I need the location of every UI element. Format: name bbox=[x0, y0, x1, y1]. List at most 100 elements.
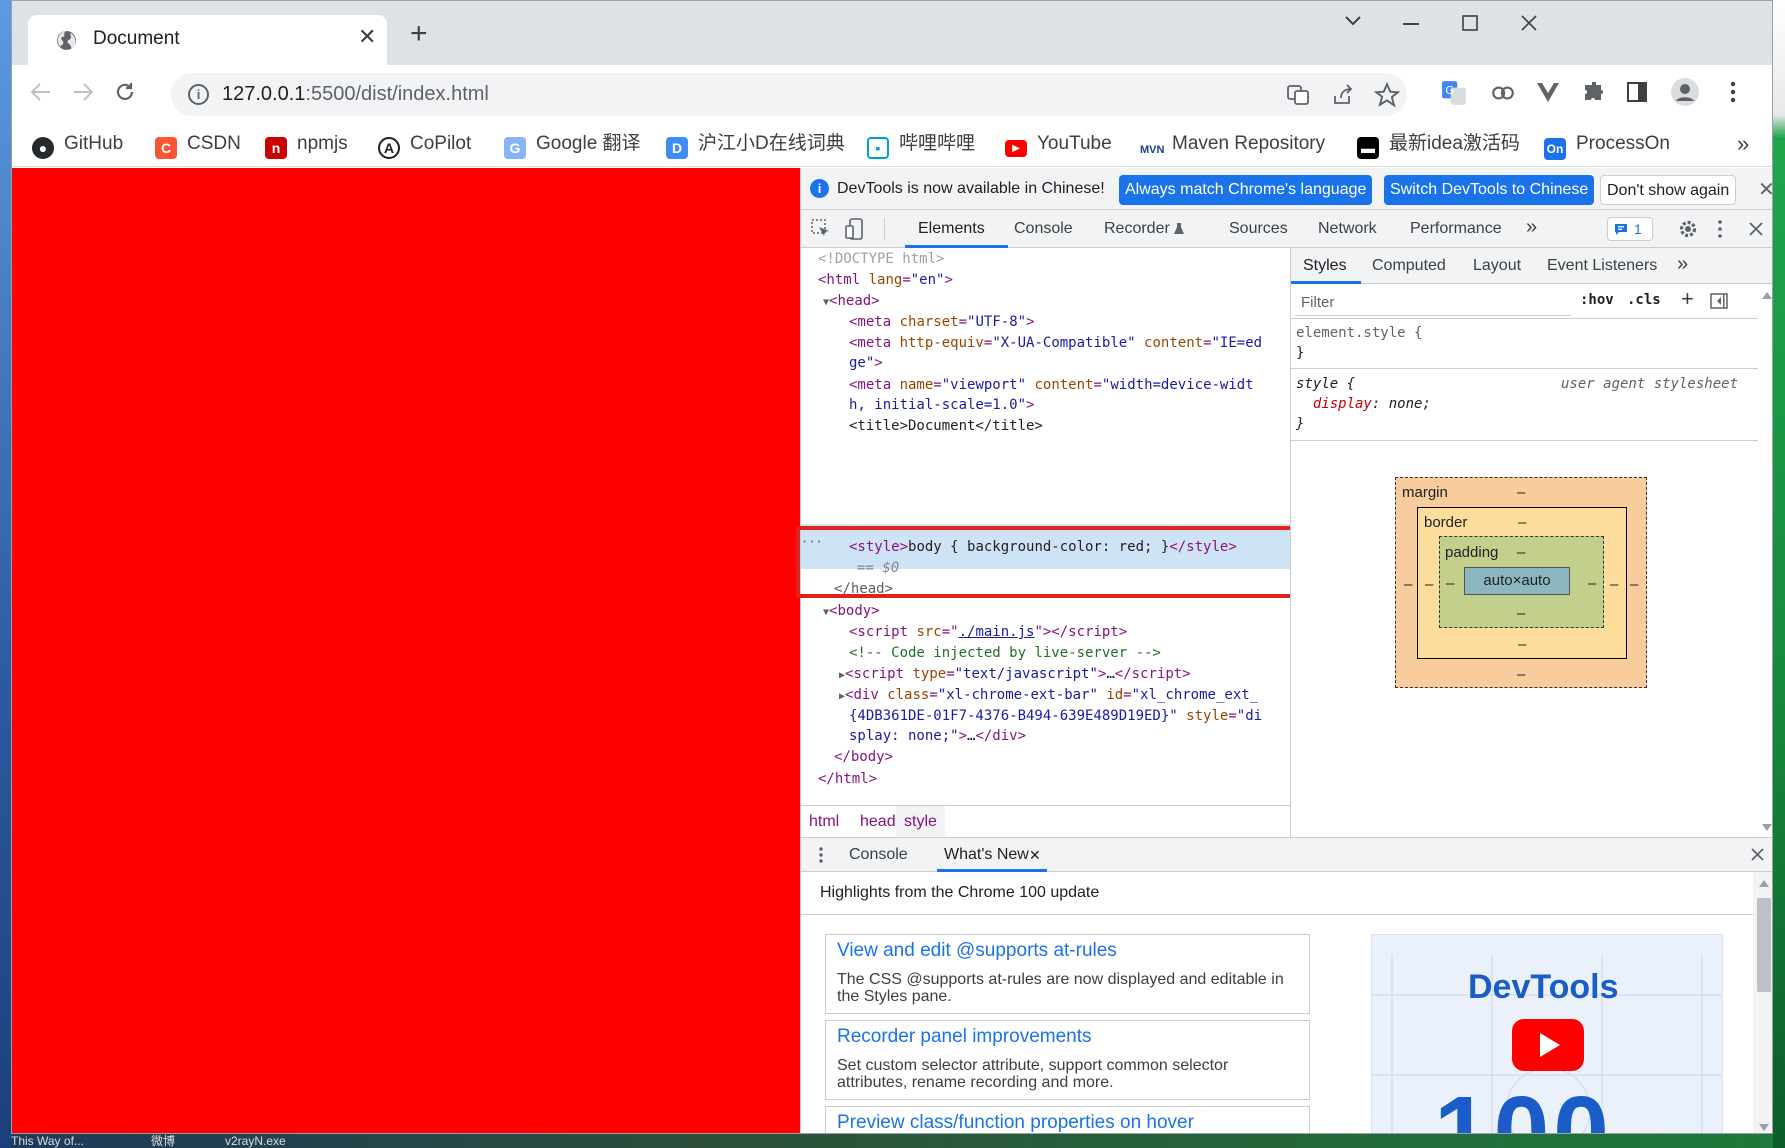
dom-title[interactable]: <title>Document</title> bbox=[849, 415, 1043, 437]
tab-elements[interactable]: Elements bbox=[918, 220, 985, 238]
switch-to-chinese-button[interactable]: Switch DevTools to Chinese bbox=[1384, 175, 1595, 205]
dom-doctype[interactable]: <!DOCTYPE html> bbox=[818, 248, 944, 270]
bookmark-github[interactable]: ● GitHub bbox=[32, 129, 123, 159]
forward-icon[interactable] bbox=[72, 81, 94, 103]
tab-console[interactable]: Console bbox=[1014, 220, 1073, 238]
new-tab-button[interactable]: + bbox=[410, 19, 428, 49]
drawer-scrollbar[interactable] bbox=[1753, 872, 1772, 1133]
scrollbar-thumb[interactable] bbox=[1757, 898, 1771, 992]
hover-state-toggle[interactable]: :hov bbox=[1580, 292, 1614, 308]
url-text[interactable]: 127.0.0.1:5500/dist/index.html bbox=[222, 83, 489, 106]
feature-card[interactable]: View and edit @supports at-rules The CSS… bbox=[825, 934, 1310, 1014]
tab-search-icon[interactable] bbox=[1344, 15, 1362, 27]
maximize-icon[interactable] bbox=[1462, 15, 1478, 31]
tab-styles[interactable]: Styles bbox=[1303, 257, 1347, 275]
padding-right-value[interactable]: – bbox=[1588, 575, 1596, 592]
tab-event-listeners[interactable]: Event Listeners bbox=[1547, 257, 1657, 275]
tab-performance[interactable]: Performance bbox=[1410, 220, 1502, 238]
feature-card-title[interactable]: View and edit @supports at-rules bbox=[837, 940, 1117, 962]
box-model-content[interactable]: auto×auto bbox=[1464, 567, 1570, 595]
back-icon[interactable] bbox=[30, 81, 52, 103]
margin-bottom-value[interactable]: – bbox=[1517, 666, 1525, 683]
bookmarks-overflow-button[interactable]: » bbox=[1737, 129, 1749, 159]
box-model-margin[interactable]: margin – – – – border – – – – padding – … bbox=[1395, 477, 1647, 688]
tab-close-icon[interactable]: ✕ bbox=[358, 24, 376, 50]
feature-card[interactable]: Recorder panel improvements Set custom s… bbox=[825, 1020, 1310, 1100]
feature-card[interactable]: Preview class/function properties on hov… bbox=[825, 1106, 1310, 1133]
whats-new-close-icon[interactable]: ✕ bbox=[1029, 847, 1041, 864]
infobar-close-icon[interactable]: ✕ bbox=[1758, 177, 1772, 202]
reload-icon[interactable] bbox=[114, 81, 136, 103]
bookmark-bilibili[interactable]: ▪ 哔哩哔哩 bbox=[867, 129, 975, 159]
share-icon[interactable] bbox=[1331, 83, 1355, 107]
margin-left-value[interactable]: – bbox=[1404, 576, 1412, 593]
dom-meta-viewport[interactable]: <meta name="viewport" content="width=dev… bbox=[849, 374, 1254, 396]
more-tabs-button[interactable]: » bbox=[1526, 216, 1537, 239]
dom-script-main[interactable]: <script src="./main.js"></script> bbox=[849, 621, 1127, 643]
bookmark-copilot[interactable]: A CoPilot bbox=[378, 129, 471, 159]
dont-show-again-button[interactable]: Don't show again bbox=[1600, 175, 1737, 205]
minimize-icon[interactable] bbox=[1403, 23, 1419, 25]
breadcrumb-head[interactable]: head bbox=[860, 813, 896, 831]
close-drawer-icon[interactable] bbox=[1751, 848, 1764, 861]
bookmark-maven[interactable]: MVN Maven Repository bbox=[1140, 129, 1325, 161]
new-style-rule-button[interactable]: + bbox=[1681, 286, 1694, 312]
dom-html-open[interactable]: <html lang="en"> bbox=[818, 269, 953, 291]
tab-sources[interactable]: Sources bbox=[1229, 220, 1288, 238]
drawer-tab-console[interactable]: Console bbox=[849, 846, 908, 864]
vue-devtools-icon[interactable] bbox=[1536, 80, 1560, 104]
border-top-value[interactable]: – bbox=[1518, 514, 1526, 531]
page-viewport[interactable] bbox=[12, 168, 800, 1133]
taskbar-item[interactable]: This Way of... bbox=[11, 1134, 84, 1148]
taskbar-item[interactable]: v2rayN.exe bbox=[225, 1134, 286, 1148]
bookmark-youtube[interactable]: ▶ YouTube bbox=[1005, 129, 1112, 159]
browser-menu-icon[interactable] bbox=[1730, 81, 1736, 103]
device-toolbar-icon[interactable] bbox=[845, 218, 865, 240]
breadcrumb-html[interactable]: html bbox=[809, 813, 839, 831]
dom-body-close[interactable]: </body> bbox=[834, 746, 893, 768]
translate-icon[interactable] bbox=[1286, 83, 1310, 107]
dom-meta-http-equiv[interactable]: <meta http-equiv="X-UA-Compatible" conte… bbox=[849, 332, 1262, 354]
box-model-padding[interactable]: padding – – – – auto×auto bbox=[1439, 536, 1604, 628]
customize-devtools-icon[interactable] bbox=[1718, 220, 1722, 238]
scroll-up-icon[interactable] bbox=[1759, 880, 1769, 887]
google-translate-extension-icon[interactable]: G bbox=[1441, 80, 1467, 106]
margin-right-value[interactable]: – bbox=[1630, 576, 1638, 593]
extension-icon[interactable] bbox=[1490, 80, 1516, 106]
padding-left-value[interactable]: – bbox=[1446, 575, 1454, 592]
bookmark-google-translate[interactable]: G Google 翻译 bbox=[504, 129, 641, 159]
dom-comment[interactable]: <!-- Code injected by live-server --> bbox=[849, 642, 1161, 664]
bookmark-npmjs[interactable]: n npmjs bbox=[265, 129, 348, 159]
rule-element-style[interactable]: element.style {} bbox=[1296, 323, 1422, 363]
styles-more-tabs[interactable]: » bbox=[1677, 253, 1688, 276]
inspect-element-icon[interactable] bbox=[811, 219, 831, 239]
site-info-icon[interactable]: i bbox=[188, 84, 209, 105]
tab-computed[interactable]: Computed bbox=[1372, 257, 1446, 275]
breadcrumb-style[interactable]: style bbox=[896, 806, 945, 837]
window-close-icon[interactable] bbox=[1521, 15, 1537, 31]
rule-user-agent-style[interactable]: style { display: none;} bbox=[1296, 374, 1431, 434]
bookmark-csdn[interactable]: C CSDN bbox=[155, 129, 241, 159]
class-toggle[interactable]: .cls bbox=[1627, 292, 1661, 308]
tab-network[interactable]: Network bbox=[1318, 220, 1377, 238]
styles-filter-input[interactable]: Filter bbox=[1295, 290, 1571, 316]
scroll-up-icon[interactable] bbox=[1762, 292, 1772, 299]
scroll-down-icon[interactable] bbox=[1759, 1124, 1769, 1131]
taskbar-item[interactable]: 微博 bbox=[151, 1134, 175, 1148]
feature-card-title[interactable]: Recorder panel improvements bbox=[837, 1026, 1092, 1048]
toggle-sidebar-icon[interactable] bbox=[1710, 293, 1728, 309]
scroll-down-icon[interactable] bbox=[1762, 824, 1772, 831]
dom-html-close[interactable]: </html> bbox=[818, 768, 877, 790]
border-left-value[interactable]: – bbox=[1425, 576, 1433, 593]
browser-tab[interactable]: Document ✕ bbox=[28, 15, 387, 65]
bookmark-hujiang[interactable]: D 沪江小D在线词典 bbox=[666, 129, 845, 159]
padding-bottom-value[interactable]: – bbox=[1517, 605, 1525, 622]
close-devtools-icon[interactable] bbox=[1749, 222, 1763, 236]
box-model-border[interactable]: border – – – – padding – – – – auto×auto bbox=[1417, 507, 1627, 659]
issues-counter[interactable]: 1 bbox=[1607, 217, 1653, 241]
bookmark-processon[interactable]: On ProcessOn bbox=[1544, 129, 1670, 160]
tab-layout[interactable]: Layout bbox=[1473, 257, 1521, 275]
drawer-menu-icon[interactable] bbox=[819, 847, 823, 863]
bookmark-star-icon[interactable] bbox=[1374, 82, 1400, 108]
profile-avatar-icon[interactable] bbox=[1670, 77, 1700, 107]
